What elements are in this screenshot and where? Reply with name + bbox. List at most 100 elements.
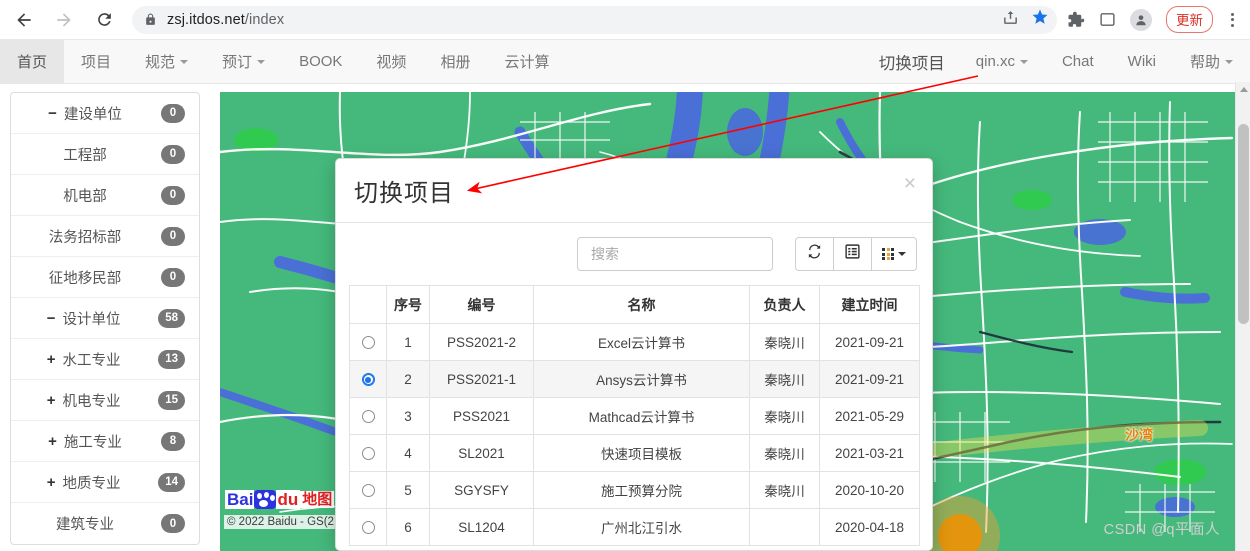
search-input[interactable] — [589, 245, 761, 263]
radio-button[interactable] — [361, 410, 375, 424]
map-place-label-1: 沙湾 — [1125, 427, 1153, 443]
toolbar-button-group — [795, 237, 917, 271]
side-panel-icon[interactable] — [1099, 11, 1116, 28]
radio-button[interactable] — [361, 447, 375, 461]
forward-button[interactable] — [48, 4, 80, 36]
profile-avatar-icon[interactable] — [1130, 8, 1152, 31]
search-input-wrapper[interactable] — [577, 237, 773, 271]
sidebar-item-10[interactable]: 建筑专业 0 — [11, 503, 199, 544]
nav-item-label: 项目 — [81, 54, 112, 71]
owner-cell: 秦晓川 — [749, 471, 820, 509]
expand-icon[interactable]: + — [47, 475, 56, 490]
refresh-button[interactable] — [795, 237, 834, 271]
table-row[interactable]: 3 PSS2021 Mathcad云计算书 秦晓川 2021-05-29 — [349, 397, 920, 435]
expand-icon[interactable]: + — [47, 393, 56, 408]
sidebar-item-0[interactable]: − 建设单位 0 — [11, 93, 199, 134]
column-header-1[interactable]: 序号 — [386, 285, 430, 324]
sidebar-item-6[interactable]: + 水工专业 13 — [11, 339, 199, 380]
radio-button[interactable] — [361, 484, 375, 498]
sidebar-item-7[interactable]: + 机电专业 15 — [11, 380, 199, 421]
row-select-cell[interactable] — [349, 323, 387, 361]
nav-item-left-5[interactable]: 视频 — [359, 40, 423, 83]
update-button[interactable]: 更新 — [1166, 6, 1213, 33]
sidebar-item-9[interactable]: + 地质专业 14 — [11, 462, 199, 503]
nav-right-group: 切换项目 qin.xc Chat Wiki 帮助 — [857, 40, 1250, 83]
expand-icon[interactable]: + — [48, 434, 57, 449]
radio-button[interactable] — [361, 336, 375, 350]
owner-cell: 秦晓川 — [749, 323, 820, 361]
back-button[interactable] — [8, 4, 40, 36]
row-select-cell[interactable] — [349, 360, 387, 398]
columns-grid-icon — [882, 248, 894, 260]
row-select-cell[interactable] — [349, 471, 387, 509]
close-icon[interactable]: × — [904, 173, 916, 194]
code-cell: SGYSFY — [429, 471, 534, 509]
address-bar[interactable]: zsj.itdos.net/index — [132, 5, 1057, 34]
nav-item-label: 切换项目 — [878, 54, 945, 73]
row-select-cell[interactable] — [349, 508, 387, 546]
sidebar-item-5[interactable]: − 设计单位 58 — [11, 298, 199, 339]
page-root: zsj.itdos.net/index 更新 首页 项目 规范 预订 BOOK … — [0, 0, 1250, 551]
table-row[interactable]: 5 SGYSFY 施工预算分院 秦晓川 2020-10-20 — [349, 471, 920, 509]
sidebar-item-8[interactable]: + 施工专业 8 — [11, 421, 199, 462]
nav-item-label: 帮助 — [1189, 54, 1220, 71]
nav-item-left-0[interactable]: 首页 — [0, 40, 65, 83]
reload-button[interactable] — [88, 4, 120, 36]
table-row[interactable]: 4 SL2021 快速项目模板 秦晓川 2021-03-21 — [349, 434, 920, 472]
row-select-cell[interactable] — [349, 397, 387, 435]
sidebar-item-4[interactable]: 征地移民部 0 — [11, 257, 199, 298]
row-select-cell[interactable] — [349, 434, 387, 472]
index-cell: 1 — [386, 323, 430, 361]
puzzle-icon[interactable] — [1067, 11, 1085, 29]
scroll-up-arrow-icon[interactable] — [1240, 87, 1248, 92]
chevron-down-icon — [257, 59, 266, 64]
table-row[interactable]: 6 SL1204 广州北江引水 2020-04-18 — [349, 508, 920, 546]
sidebar-item-1[interactable]: 工程部 0 — [11, 134, 199, 175]
column-header-5[interactable]: 建立时间 — [819, 285, 920, 324]
table-row[interactable]: 1 PSS2021-2 Excel云计算书 秦晓川 2021-09-21 — [349, 323, 920, 361]
kebab-menu-icon[interactable] — [1229, 9, 1236, 31]
column-header-3[interactable]: 名称 — [533, 285, 750, 324]
expand-icon[interactable]: + — [47, 352, 56, 367]
columns-button[interactable] — [871, 237, 917, 271]
url-domain: zsj.itdos.net — [167, 11, 245, 28]
sidebar-item-3[interactable]: 法务招标部 0 — [11, 216, 199, 257]
nav-item-right-4[interactable]: 帮助 — [1173, 40, 1250, 83]
nav-item-right-1[interactable]: qin.xc — [959, 40, 1045, 83]
nav-item-right-3[interactable]: Wiki — [1111, 40, 1173, 83]
count-badge: 13 — [158, 349, 185, 369]
nav-item-right-2[interactable]: Chat — [1045, 40, 1111, 83]
collapse-icon[interactable]: − — [47, 311, 56, 326]
table-row[interactable]: 2 PSS2021-1 Ansys云计算书 秦晓川 2021-09-21 — [349, 360, 920, 398]
date-cell: 2021-09-21 — [819, 323, 920, 361]
table-head: 序号 编号 名称 负责人 建立时间 — [349, 285, 920, 324]
column-header-2[interactable]: 编号 — [429, 285, 534, 324]
map-copyright: © 2022 Baidu - GS(2 — [224, 515, 337, 529]
sidebar-item-2[interactable]: 机电部 0 — [11, 175, 199, 216]
nav-item-left-2[interactable]: 规范 — [128, 40, 205, 83]
browser-toolbar: zsj.itdos.net/index 更新 — [0, 0, 1250, 40]
radio-button[interactable] — [361, 521, 375, 535]
toggle-view-button[interactable] — [833, 237, 872, 271]
column-header-4[interactable]: 负责人 — [749, 285, 820, 324]
star-icon[interactable] — [1031, 8, 1049, 31]
nav-item-left-7[interactable]: 云计算 — [487, 40, 566, 83]
radio-button[interactable] — [361, 373, 375, 387]
name-cell: 广州北江引水 — [533, 508, 750, 546]
nav-item-left-1[interactable]: 项目 — [64, 40, 128, 83]
collapse-icon[interactable]: − — [48, 106, 57, 121]
nav-left-group: 首页 项目 规范 预订 BOOK 视频 相册 云计算 — [0, 40, 566, 83]
nav-item-left-3[interactable]: 预订 — [205, 40, 282, 83]
share-icon[interactable] — [1002, 9, 1019, 31]
page-scrollbar[interactable] — [1235, 82, 1250, 551]
nav-item-right-0[interactable]: 切换项目 — [857, 40, 959, 83]
nav-item-left-4[interactable]: BOOK — [282, 40, 359, 83]
name-cell: Mathcad云计算书 — [533, 397, 750, 435]
scrollbar-thumb[interactable] — [1238, 124, 1249, 324]
baidu-logo-cn: 地图 — [300, 491, 335, 508]
omnibox-actions — [1002, 8, 1049, 31]
chevron-down-icon — [1019, 59, 1028, 64]
url-text: zsj.itdos.net/index — [167, 12, 284, 28]
nav-item-left-6[interactable]: 相册 — [423, 40, 487, 83]
column-header-0[interactable] — [349, 285, 387, 324]
